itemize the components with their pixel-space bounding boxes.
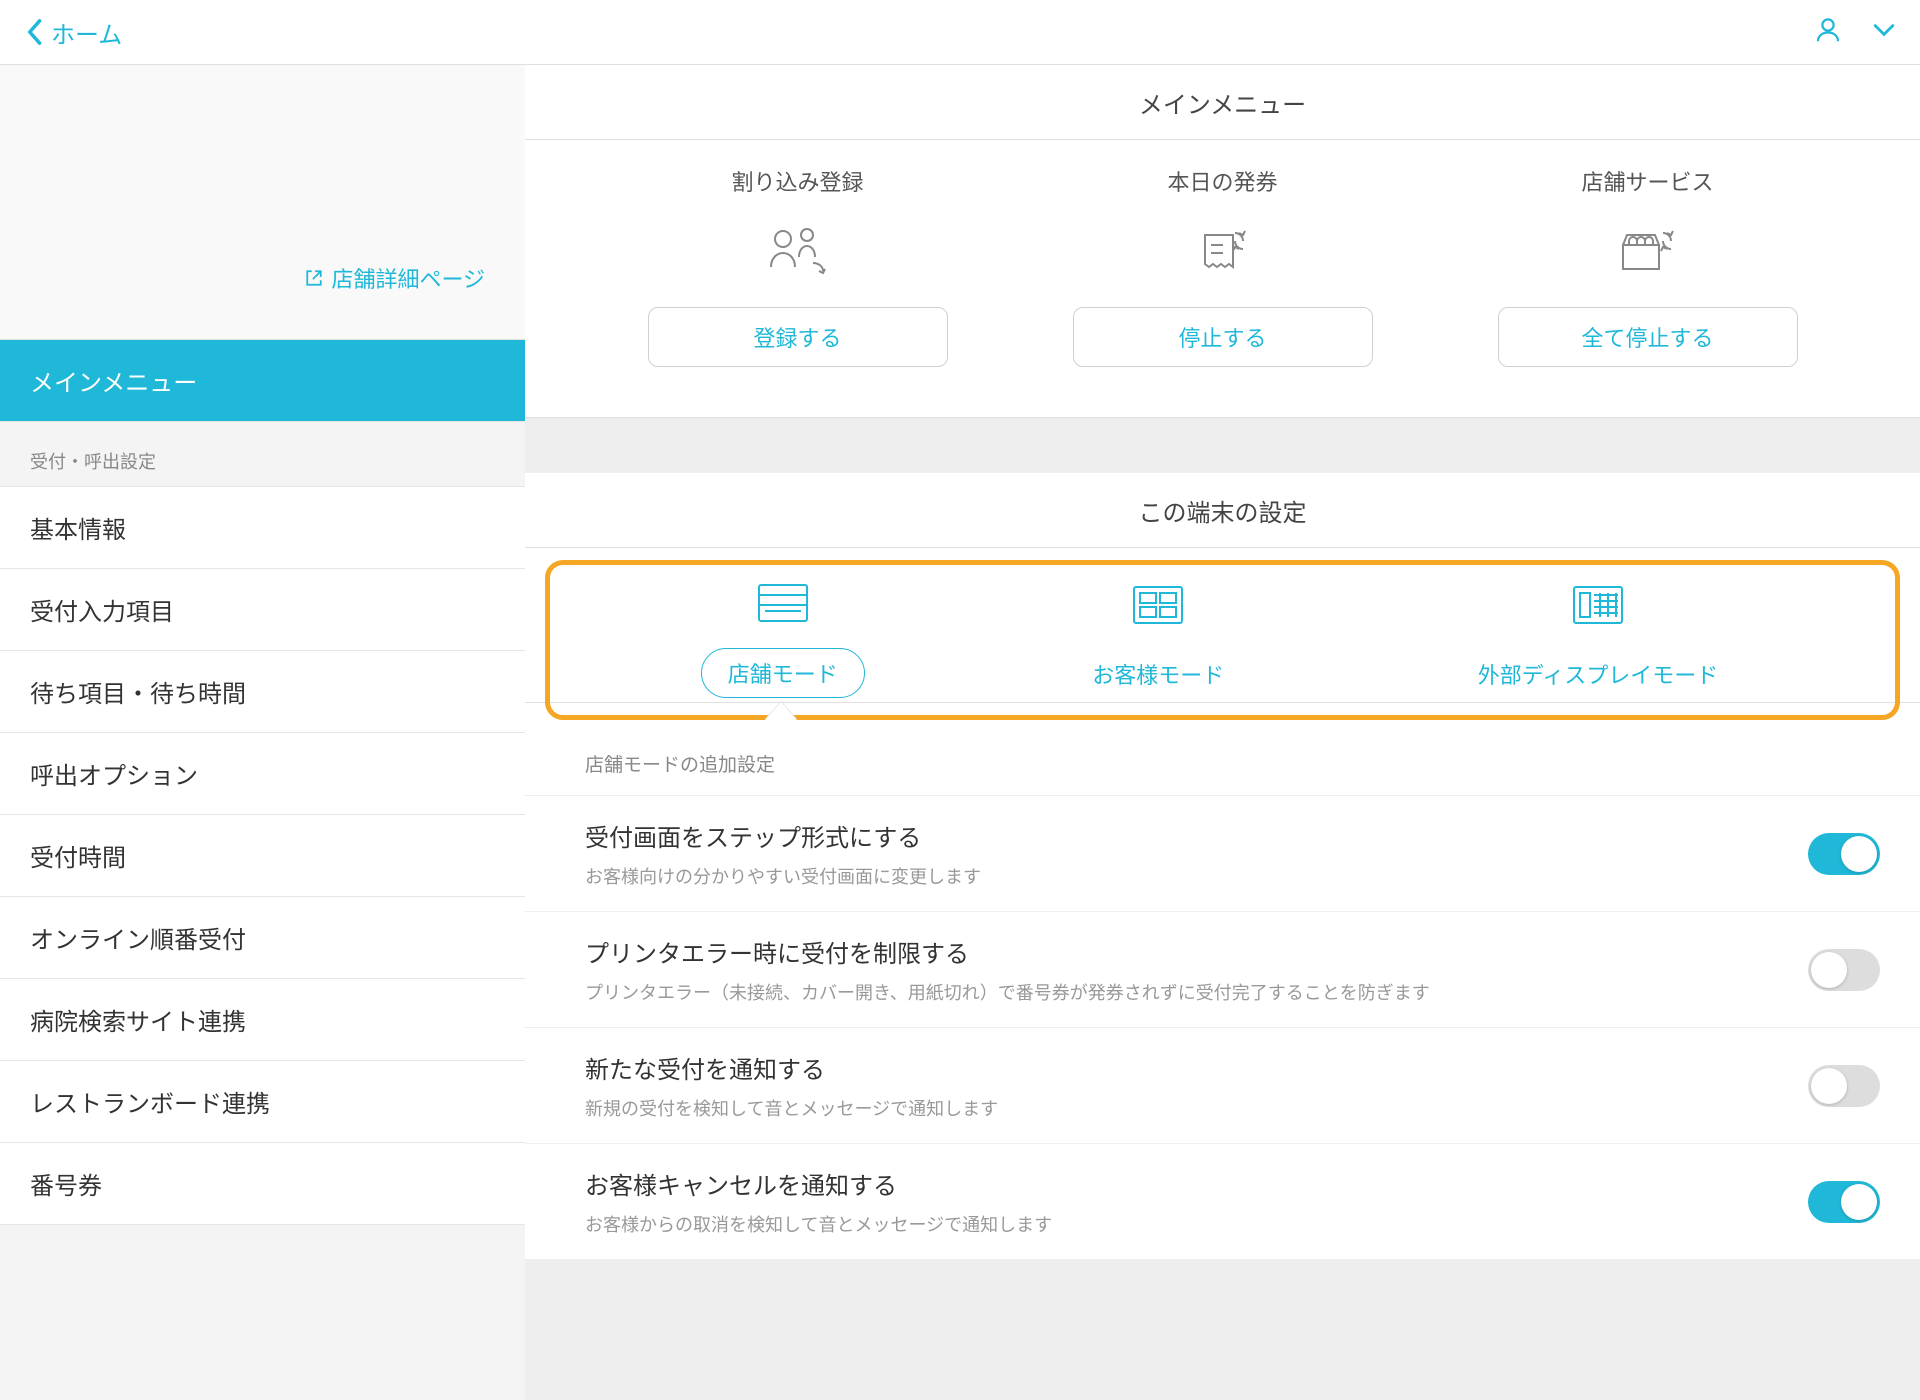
store-refresh-icon bbox=[1615, 222, 1680, 282]
sidebar-item-wait[interactable]: 待ち項目・待ち時間 bbox=[0, 651, 525, 733]
toggle-notify-new[interactable] bbox=[1808, 1065, 1880, 1107]
chevron-down-icon[interactable] bbox=[1873, 23, 1895, 42]
stop-all-button[interactable]: 全て停止する bbox=[1498, 307, 1798, 367]
setting-notify-cancel: お客様キャンセルを通知するお客様からの取消を検知して音とメッセージで通知します bbox=[525, 1144, 1920, 1260]
store-link-label: 店舗詳細ページ bbox=[331, 262, 485, 294]
back-label: ホーム bbox=[51, 15, 122, 50]
sidebar-item-hospital[interactable]: 病院検索サイト連携 bbox=[0, 979, 525, 1061]
terminal-title: この端末の設定 bbox=[525, 473, 1920, 548]
register-button[interactable]: 登録する bbox=[648, 307, 948, 367]
customer-mode-icon bbox=[1132, 585, 1184, 630]
card-title-service: 店舗サービス bbox=[1581, 165, 1713, 197]
card-title-today: 本日の発券 bbox=[1167, 165, 1277, 197]
pointer-indicator bbox=[765, 702, 797, 720]
toggle-notify-cancel[interactable] bbox=[1808, 1181, 1880, 1223]
sidebar-item-basic[interactable]: 基本情報 bbox=[0, 487, 525, 569]
back-button[interactable]: ホーム bbox=[25, 15, 122, 50]
sidebar-item-online[interactable]: オンライン順番受付 bbox=[0, 897, 525, 979]
stop-button[interactable]: 停止する bbox=[1073, 307, 1373, 367]
display-mode-icon bbox=[1572, 585, 1624, 630]
subsection-title: 店舗モードの追加設定 bbox=[525, 720, 1920, 796]
sidebar-item-restaurant[interactable]: レストランボード連携 bbox=[0, 1061, 525, 1143]
chevron-left-icon bbox=[25, 18, 43, 46]
sidebar-main-menu[interactable]: メインメニュー bbox=[0, 340, 525, 422]
card-title-interrupt: 割り込み登録 bbox=[731, 165, 863, 197]
toggle-step[interactable] bbox=[1808, 833, 1880, 875]
sidebar-section-reception: 受付・呼出設定 bbox=[0, 422, 525, 487]
mode-customer[interactable]: お客様モード bbox=[1066, 585, 1250, 698]
user-icon[interactable] bbox=[1813, 15, 1843, 50]
store-detail-link[interactable]: 店舗詳細ページ bbox=[305, 262, 485, 294]
main-content: メインメニュー 割り込み登録 登録する 本日の発券 停止する 店舗サービス bbox=[525, 65, 1920, 1400]
setting-notify-new: 新たな受付を通知する新規の受付を検知して音とメッセージで通知します bbox=[525, 1028, 1920, 1144]
setting-step: 受付画面をステップ形式にするお客様向けの分かりやすい受付画面に変更します bbox=[525, 796, 1920, 912]
setting-printer: プリンタエラー時に受付を制限するプリンタエラー（未接続、カバー開き、用紙切れ）で… bbox=[525, 912, 1920, 1028]
mode-store[interactable]: 店舗モード bbox=[701, 583, 865, 698]
sidebar-item-ticket[interactable]: 番号券 bbox=[0, 1143, 525, 1225]
main-menu-title: メインメニュー bbox=[525, 65, 1920, 140]
sidebar-item-hours[interactable]: 受付時間 bbox=[0, 815, 525, 897]
external-link-icon bbox=[305, 269, 323, 287]
sidebar-item-input[interactable]: 受付入力項目 bbox=[0, 569, 525, 651]
mode-display[interactable]: 外部ディスプレイモード bbox=[1452, 585, 1744, 698]
receipt-refresh-icon bbox=[1193, 222, 1253, 282]
store-mode-icon bbox=[757, 583, 809, 628]
sidebar-item-call[interactable]: 呼出オプション bbox=[0, 733, 525, 815]
toggle-printer[interactable] bbox=[1808, 949, 1880, 991]
people-swap-icon bbox=[763, 222, 833, 282]
sidebar: 店舗詳細ページ メインメニュー 受付・呼出設定 基本情報 受付入力項目 待ち項目… bbox=[0, 65, 525, 1400]
